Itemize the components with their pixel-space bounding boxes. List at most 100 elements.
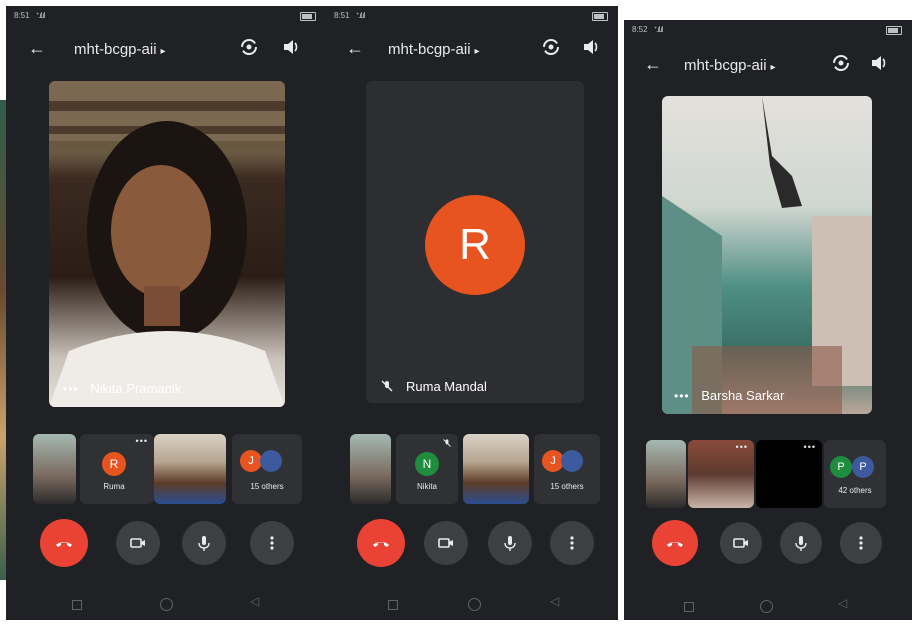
thumbnail-video[interactable]: ••• (756, 440, 822, 508)
switch-camera-icon[interactable] (540, 36, 562, 58)
more-options-button[interactable] (840, 522, 882, 564)
top-bar: ← mht-bcgp-aii ▸ (624, 48, 912, 84)
top-bar: ← mht-bcgp-aii ▸ (6, 32, 326, 68)
participant-video (662, 96, 872, 414)
more-options-button[interactable] (250, 521, 294, 565)
nav-back-button[interactable]: ◁ (838, 596, 847, 610)
participant-video (49, 81, 285, 407)
end-call-button[interactable] (652, 520, 698, 566)
nav-home-button[interactable] (160, 598, 173, 611)
thumbnail-others-group[interactable]: J 15 others (232, 434, 302, 504)
caret-right-icon: ▸ (160, 46, 166, 57)
main-avatar-tile[interactable]: R Ruma Mandal (366, 81, 584, 403)
participant-avatar: P (830, 456, 852, 478)
others-count: 15 others (550, 482, 584, 491)
top-bar: ← mht-bcgp-aii ▸ (326, 32, 618, 68)
participant-avatar: P (852, 456, 874, 478)
more-options-icon[interactable]: ••• (804, 442, 816, 452)
more-vert-icon (270, 536, 274, 550)
more-options-icon[interactable]: ••• (736, 442, 748, 452)
speaker-icon[interactable] (580, 36, 602, 58)
speaker-icon[interactable] (280, 36, 302, 58)
status-time: 8:51 (334, 11, 350, 20)
videocam-icon (733, 538, 748, 548)
nav-recents-button[interactable] (72, 600, 82, 610)
battery-icon (300, 12, 316, 21)
thumbnail-others-group[interactable]: P P 42 others (824, 440, 886, 508)
phone-screen-3: 8:52 ᐩ.ıl.ıl ← mht-bcgp-aii ▸ ••• Barsha … (624, 20, 912, 620)
phone-screen-1: 8:51 ᐩ.ıl.ıl ← mht-bcgp-aii ▸ ••• Nikita … (6, 6, 326, 620)
mic-toggle-button[interactable] (488, 521, 532, 565)
participant-name: Nikita (416, 482, 437, 491)
participant-name: Ruma Mandal (406, 379, 487, 394)
participant-avatar (260, 450, 282, 472)
nav-back-button[interactable]: ◁ (550, 594, 559, 608)
videocam-icon (438, 538, 453, 548)
arrow-back-icon[interactable]: ← (644, 54, 662, 75)
arrow-back-icon[interactable]: ← (28, 38, 46, 59)
switch-camera-icon[interactable] (238, 36, 260, 58)
participant-name: Ruma (103, 482, 125, 491)
status-time: 8:51 (14, 11, 30, 20)
meeting-title[interactable]: mht-bcgp-aii ▸ (74, 41, 166, 58)
others-count: 42 others (838, 486, 872, 495)
participant-avatar: J (240, 450, 262, 472)
camera-toggle-button[interactable] (424, 521, 468, 565)
battery-icon (592, 12, 608, 21)
nav-back-button[interactable]: ◁ (250, 594, 259, 608)
caret-right-icon: ▸ (770, 62, 776, 73)
thumbnail-others-group[interactable]: J 15 others (534, 434, 600, 504)
status-bar: 8:51 ᐩ.ıl.ıl (6, 6, 326, 26)
call-end-icon (56, 542, 72, 547)
thumbnail-video[interactable]: ••• (688, 440, 754, 508)
mic-icon (504, 536, 516, 551)
thumbnail-self-video[interactable] (646, 440, 686, 508)
mic-toggle-button[interactable] (780, 522, 822, 564)
thumbnail-self-video[interactable] (350, 434, 391, 504)
mic-icon (795, 536, 807, 551)
mic-off-icon (381, 380, 393, 392)
participant-avatar: R (425, 195, 525, 295)
caret-right-icon: ▸ (474, 46, 480, 57)
end-call-button[interactable] (357, 519, 405, 567)
battery-icon (886, 26, 902, 35)
more-options-icon[interactable]: ••• (136, 436, 148, 446)
participant-avatar: R (102, 452, 126, 476)
call-end-icon (373, 542, 389, 547)
meeting-title[interactable]: mht-bcgp-aii ▸ (388, 41, 480, 58)
nav-recents-button[interactable] (684, 602, 694, 612)
meeting-title[interactable]: mht-bcgp-aii ▸ (684, 57, 776, 74)
nav-recents-button[interactable] (388, 600, 398, 610)
phone-screen-2: 8:51 ᐩ.ıl.ıl ← mht-bcgp-aii ▸ R Ruma Mand… (326, 6, 618, 620)
thumbnail-video[interactable] (154, 434, 226, 504)
arrow-back-icon[interactable]: ← (346, 38, 364, 59)
camera-toggle-button[interactable] (720, 522, 762, 564)
end-call-button[interactable] (40, 519, 88, 567)
main-video-tile[interactable]: ••• Barsha Sarkar (662, 96, 872, 414)
status-bar: 8:51 ᐩ.ıl.ıl (326, 6, 618, 26)
signal-icon: ᐩ.ıl.ıl (36, 11, 46, 20)
nav-home-button[interactable] (468, 598, 481, 611)
status-bar: 8:52 ᐩ.ıl.ıl (624, 20, 912, 40)
main-video-tile[interactable]: ••• Nikita Pramanik (49, 81, 285, 407)
more-options-button[interactable] (550, 521, 594, 565)
participant-name: Nikita Pramanik (90, 381, 182, 396)
signal-icon: ᐩ.ıl.ıl (654, 25, 664, 34)
nav-home-button[interactable] (760, 600, 773, 613)
thumbnail-video[interactable] (463, 434, 529, 504)
status-time: 8:52 (632, 25, 648, 34)
switch-camera-icon[interactable] (830, 52, 852, 74)
more-vert-icon (859, 536, 863, 550)
meeting-name: mht-bcgp-aii (684, 57, 767, 74)
more-options-icon[interactable]: ••• (674, 389, 690, 403)
mic-off-icon (443, 439, 451, 447)
camera-toggle-button[interactable] (116, 521, 160, 565)
thumbnail-participant[interactable]: ••• R Ruma (80, 434, 154, 504)
mic-icon (198, 536, 210, 551)
thumbnail-participant[interactable]: N Nikita (396, 434, 458, 504)
mic-toggle-button[interactable] (182, 521, 226, 565)
speaker-icon[interactable] (868, 52, 890, 74)
others-count: 15 others (250, 482, 284, 491)
thumbnail-self-video[interactable] (33, 434, 76, 504)
more-options-icon[interactable]: ••• (63, 382, 79, 396)
